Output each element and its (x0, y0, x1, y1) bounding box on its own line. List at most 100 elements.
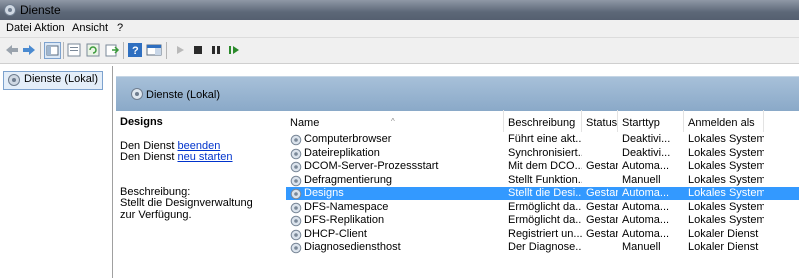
menu-ansicht[interactable]: Ansicht (72, 22, 108, 34)
column-header-startup-type[interactable]: Starttyp (618, 110, 684, 132)
table-row[interactable]: DFS-Namespace Ermöglicht da... Gestartet Au… (286, 201, 799, 214)
selected-service-title: Designs (120, 116, 163, 128)
pane-title: Dienste (Lokal) (146, 89, 220, 101)
column-header-label: Starttyp (622, 117, 660, 129)
toolbar: ? (0, 38, 799, 64)
cell-description: Ermöglicht da... (508, 214, 582, 226)
properties-icon[interactable] (66, 42, 82, 58)
refresh-icon[interactable] (85, 42, 101, 58)
restart-service-link[interactable]: neu starten (177, 151, 232, 163)
description-text: Stellt die Designverwaltung zur Verfügun… (120, 197, 253, 221)
pane-header: Dienste (Lokal) (116, 76, 799, 111)
resume-icon[interactable] (226, 42, 242, 58)
services-gear-icon (131, 88, 143, 100)
pause-icon[interactable] (208, 42, 224, 58)
cell-name: Dateireplikation (304, 146, 380, 159)
back-icon[interactable] (4, 42, 20, 58)
cell-startup-type: Automa... (622, 160, 670, 172)
cell-log-on-as: Lokales System (688, 214, 764, 226)
cell-log-on-as: Lokaler Dienst (688, 227, 759, 240)
table-row[interactable]: Dateireplikation Synchronisiert... Deaktiv… (286, 147, 799, 160)
sort-ascending-icon: ^ (391, 117, 395, 126)
cell-log-on-as: Lokaler Dienst (688, 241, 759, 253)
show-hide-icon[interactable] (146, 42, 162, 58)
cell-description: Synchronisiert... (508, 146, 582, 159)
services-gear-icon (8, 74, 20, 86)
services-gear-icon (4, 4, 16, 16)
cell-status: Gestartet (586, 200, 618, 213)
svg-text:?: ? (132, 45, 139, 57)
cell-status: Gestartet (586, 160, 618, 172)
table-row[interactable]: DHCP-Client Registriert un... Gestartet Aut… (286, 228, 799, 241)
cell-description: Stellt die Desi... (508, 187, 582, 199)
menu-datei[interactable]: Datei (6, 22, 32, 34)
menu-aktion[interactable]: Aktion (34, 22, 65, 34)
column-header-row: ^ Name Beschreibung Status Starttyp Anme… (286, 110, 799, 132)
cell-status: Gestartet (586, 227, 618, 240)
column-header-label: Anmelden als (688, 117, 755, 129)
cell-description: Registriert un... (508, 227, 582, 240)
title-bar[interactable]: Dienste (0, 0, 799, 20)
services-list[interactable]: ^ Name Beschreibung Status Starttyp Anme… (286, 110, 799, 278)
stop-icon[interactable] (190, 42, 206, 58)
cell-startup-type: Automa... (622, 200, 670, 213)
cell-status: Gestartet (586, 214, 618, 226)
cell-status (582, 133, 618, 146)
cell-startup-type: Automa... (622, 187, 670, 199)
console-tree[interactable]: Dienste (Lokal) (0, 66, 113, 278)
cell-startup-type: Deaktivi... (622, 133, 671, 145)
column-header-label: Beschreibung (508, 117, 576, 129)
cell-description: Der Diagnose... (508, 241, 582, 253)
tree-item-services-local[interactable]: Dienste (Lokal) (3, 71, 103, 90)
cell-log-on-as: Lokales System (688, 187, 764, 199)
cell-status (582, 241, 618, 254)
table-row[interactable]: Designs Stellt die Desi... Gestartet Automa… (286, 187, 799, 200)
cell-startup-type: Manuell (622, 173, 661, 186)
table-row[interactable]: Computerbrowser Führt eine akt... Deaktivi… (286, 133, 799, 146)
cell-name: Diagnosediensthost (304, 241, 401, 253)
menu-bar: Datei Aktion Ansicht ? (0, 20, 799, 38)
cell-status (582, 147, 618, 160)
column-header-log-on-as[interactable]: Anmelden als (684, 110, 764, 132)
cell-startup-type: Automa... (622, 214, 670, 226)
menu-help[interactable]: ? (117, 22, 123, 34)
cell-name: Defragmentierung (304, 173, 393, 186)
cell-name: DFS-Namespace (304, 200, 389, 213)
cell-log-on-as: Lokales System (688, 173, 764, 186)
console-tree-icon[interactable] (44, 42, 61, 59)
forward-icon[interactable] (21, 42, 37, 58)
cell-description: Stellt Funktion... (508, 173, 582, 186)
cell-startup-type: Deaktivi... (622, 146, 671, 159)
cell-name: Designs (304, 187, 344, 199)
column-header-name[interactable]: ^ Name (286, 110, 504, 132)
help-icon[interactable]: ? (127, 42, 143, 58)
services-pane: Dienste (Lokal) Designs Den Dienst beend… (116, 66, 799, 278)
export-icon[interactable] (104, 42, 120, 58)
cell-startup-type: Manuell (622, 241, 661, 253)
cell-description: Ermöglicht da... (508, 200, 582, 213)
table-row[interactable]: DFS-Replikation Ermöglicht da... Gestartet… (286, 214, 799, 227)
column-header-label: Status (586, 117, 618, 129)
cell-status (582, 174, 618, 187)
cell-log-on-as: Lokales System (688, 146, 764, 159)
column-header-label: Name (290, 117, 320, 129)
cell-status: Gestartet (586, 187, 618, 199)
table-row[interactable]: Defragmentierung Stellt Funktion... Manuel… (286, 174, 799, 187)
play-icon[interactable] (172, 42, 188, 58)
column-header-status[interactable]: Status (582, 110, 618, 132)
tree-item-label: Dienste (Lokal) (24, 73, 98, 85)
cell-description: Führt eine akt... (508, 133, 582, 145)
cell-name: DHCP-Client (304, 227, 367, 240)
window-title: Dienste (20, 3, 61, 17)
restart-service-line: Den Dienst neu starten (120, 151, 233, 163)
cell-startup-type: Automa... (622, 227, 670, 240)
column-header-description[interactable]: Beschreibung (504, 110, 582, 132)
cell-log-on-as: Lokales System (688, 133, 764, 145)
cell-log-on-as: Lokales System (688, 160, 764, 172)
table-row[interactable]: DCOM-Server-Prozessstart Mit dem DCO... Ge… (286, 160, 799, 173)
cell-name: DCOM-Server-Prozessstart (304, 160, 439, 172)
extended-description-panel: Designs Den Dienst beenden Den Dienst ne… (116, 110, 284, 278)
cell-log-on-as: Lokales System (688, 200, 764, 213)
cell-name: DFS-Replikation (304, 214, 385, 226)
table-row[interactable]: Diagnosediensthost Der Diagnose... Manuell… (286, 241, 799, 254)
